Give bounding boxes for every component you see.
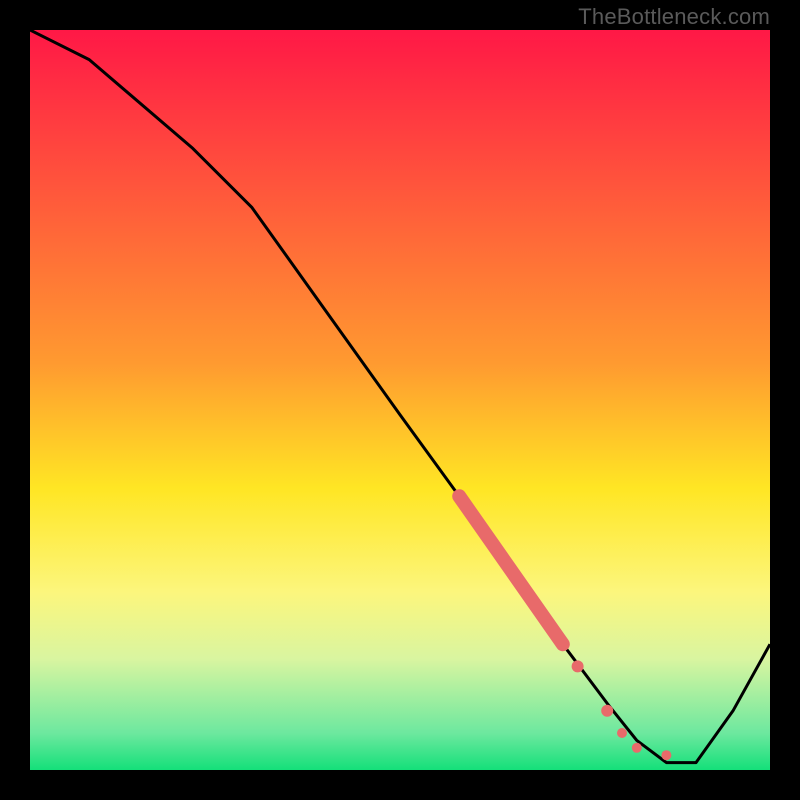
highlight-dot [601,705,613,717]
highlight-dot [617,728,627,738]
gradient-background [30,30,770,770]
chart-container: TheBottleneck.com [0,0,800,800]
highlight-dot [632,743,642,753]
chart-svg [30,30,770,770]
plot-area [30,30,770,770]
highlight-dot [572,660,584,672]
highlight-dot [661,750,671,760]
watermark-text: TheBottleneck.com [578,4,770,30]
